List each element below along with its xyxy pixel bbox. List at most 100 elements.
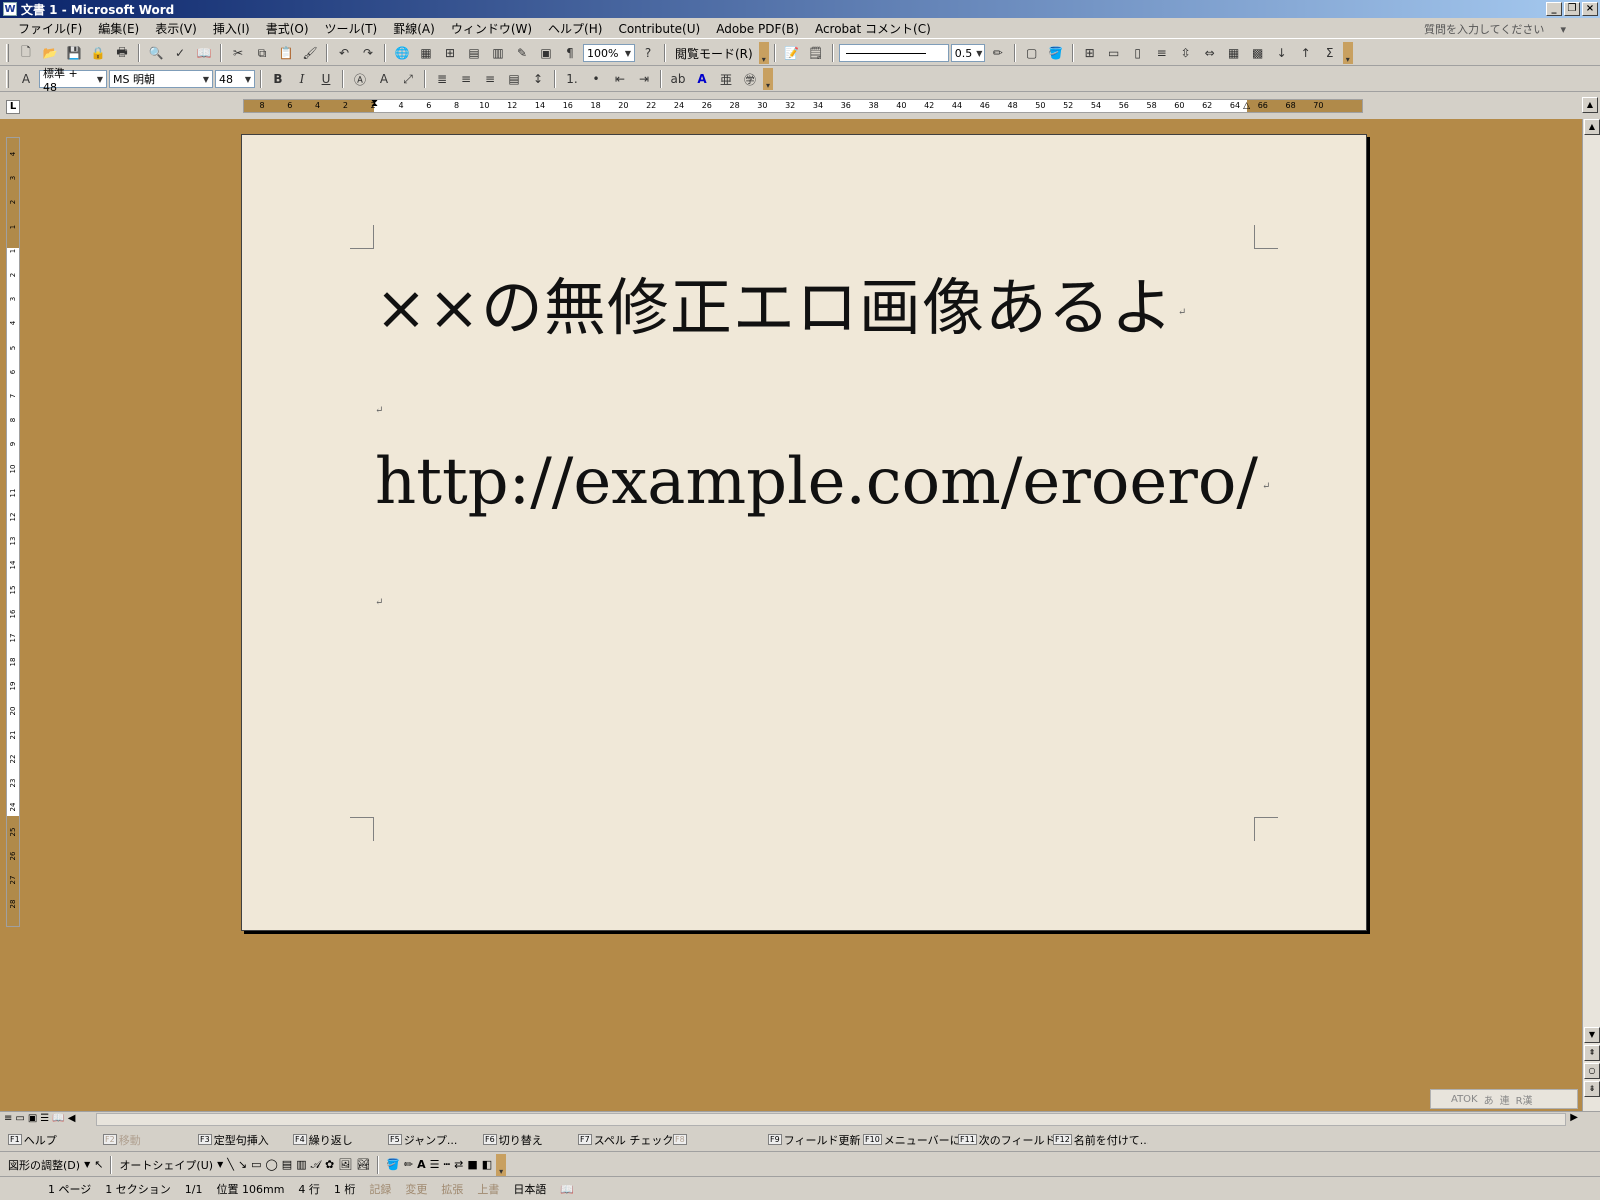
enclose-char-icon[interactable]: ㊫ xyxy=(739,69,761,89)
next-page-icon[interactable]: ⇟ xyxy=(1584,1081,1600,1097)
permission-icon[interactable]: 🔒 xyxy=(87,43,109,63)
align-center-icon[interactable]: ≡ xyxy=(455,69,477,89)
word-app-icon[interactable]: W xyxy=(3,2,17,16)
toolbar-grip[interactable] xyxy=(6,70,9,88)
fkey-f4[interactable]: F4 繰り返し xyxy=(293,1132,388,1148)
edit-comment-icon[interactable]: 📝 xyxy=(781,43,803,63)
italic-button[interactable]: I xyxy=(291,69,313,89)
menu-edit[interactable]: 編集(E) xyxy=(90,20,147,37)
menu-adobe-pdf[interactable]: Adobe PDF(B) xyxy=(708,22,807,36)
horizontal-ruler[interactable]: ⧗ △ 8 6 4 2 2 4 6 8 10 12 14 16 18 20 22 24 26 28 30 32 34 36… xyxy=(243,98,1363,113)
vertical-scrollbar[interactable]: ▲ ▼ ⇞ ○ ⇟ xyxy=(1582,119,1600,1111)
underline-button[interactable]: U xyxy=(315,69,337,89)
arrow-style-icon[interactable]: ⇄ xyxy=(454,1158,463,1171)
drawing-icon[interactable]: ✎ xyxy=(511,43,533,63)
close-button[interactable]: × xyxy=(1582,2,1598,16)
fkey-f9[interactable]: F9 フィールド更新 xyxy=(768,1132,863,1148)
insert-table-2-icon[interactable]: ⊞ xyxy=(1079,43,1101,63)
fkey-f5[interactable]: F5 ジャンプ... xyxy=(388,1132,483,1148)
char-shading-icon[interactable]: A xyxy=(373,69,395,89)
browse-object-icon[interactable]: ○ xyxy=(1584,1063,1600,1079)
status-record-macro[interactable]: 記録 xyxy=(369,1181,391,1197)
zoom-select[interactable]: 100% ▼ xyxy=(583,44,635,62)
read-mode-button[interactable]: 閲覧モード(R) xyxy=(671,45,757,62)
redo-icon[interactable]: ↷ xyxy=(357,43,379,63)
spelling-icon[interactable]: ✓ xyxy=(169,43,191,63)
minimize-button[interactable]: _ xyxy=(1546,2,1562,16)
oval-tool-icon[interactable]: ◯ xyxy=(265,1158,277,1171)
border-color-icon[interactable]: ✏ xyxy=(987,43,1009,63)
right-indent-marker[interactable]: △ xyxy=(1243,101,1250,111)
menu-insert[interactable]: 挿入(I) xyxy=(205,20,258,37)
arrow-tool-icon[interactable]: ↘ xyxy=(238,1158,247,1171)
distribute-rows-icon[interactable]: ⇳ xyxy=(1175,43,1197,63)
print-preview-icon[interactable]: 🔍 xyxy=(145,43,167,63)
fkey-f10[interactable]: F10 メニューバーに xyxy=(863,1132,958,1148)
scroll-up-icon[interactable]: ▲ xyxy=(1584,119,1600,135)
fkey-f3[interactable]: F3 定型句挿入 xyxy=(198,1132,293,1148)
horizontal-scrollbar[interactable] xyxy=(96,1113,1566,1126)
ask-question-box[interactable]: 質問を入力してください ▾ xyxy=(1420,21,1570,37)
web-layout-icon[interactable]: ▭ xyxy=(15,1113,24,1124)
atok-mode[interactable]: あ xyxy=(1484,1092,1494,1107)
status-extend[interactable]: 拡張 xyxy=(441,1181,463,1197)
rectangle-tool-icon[interactable]: ▭ xyxy=(251,1158,261,1171)
tab-selector[interactable]: L xyxy=(6,100,20,114)
shadow-style-icon[interactable]: ■ xyxy=(467,1158,477,1171)
menu-format[interactable]: 書式(O) xyxy=(258,20,317,37)
paragraph-4[interactable]: ↵ xyxy=(375,597,383,608)
insert-table-icon[interactable]: ⊞ xyxy=(439,43,461,63)
align-right-icon[interactable]: ≡ xyxy=(479,69,501,89)
paste-icon[interactable]: 📋 xyxy=(275,43,297,63)
font-select[interactable]: MS 明朝 ▼ xyxy=(109,70,213,88)
menu-help[interactable]: ヘルプ(H) xyxy=(540,20,610,37)
atok-input[interactable]: R漢 xyxy=(1516,1092,1533,1107)
phonetic-guide-icon[interactable]: 亜 xyxy=(715,69,737,89)
document-page[interactable]: ××の無修正エロ画像あるよ ↵ ↵ http://example.com/eroe… xyxy=(241,134,1367,931)
vertical-ruler[interactable]: 4 3 2 1 1 2 3 4 5 6 7 8 9 10 11 12 13 14 15 16 17 18 19 20 21 22 2… xyxy=(6,137,20,927)
autosum-icon[interactable]: Σ xyxy=(1319,43,1341,63)
picture-icon[interactable]: 🏞 xyxy=(356,1158,370,1171)
merge-cells-icon[interactable]: ▭ xyxy=(1103,43,1125,63)
line-color-icon[interactable]: ✏ xyxy=(404,1158,413,1171)
fkey-f12[interactable]: F12 名前を付けて... xyxy=(1053,1132,1148,1148)
hyperlink-icon[interactable]: 🌐 xyxy=(391,43,413,63)
fkey-f6[interactable]: F6 切り替え xyxy=(483,1132,578,1148)
styles-formatting-icon[interactable]: A xyxy=(15,69,37,89)
fkey-f11[interactable]: F11 次のフィールド xyxy=(958,1132,1053,1148)
split-box[interactable]: ▲ xyxy=(1582,97,1598,113)
menu-file[interactable]: ファイル(F) xyxy=(10,20,90,37)
decrease-indent-icon[interactable]: ⇤ xyxy=(609,69,631,89)
status-language[interactable]: 日本語 xyxy=(513,1181,546,1197)
line-weight-select[interactable]: 0.5 ▼ xyxy=(950,44,985,62)
align-justify-icon[interactable]: ≣ xyxy=(431,69,453,89)
align-cell-icon[interactable]: ≡ xyxy=(1151,43,1173,63)
atok-ime-bar[interactable]: ATOK あ 連 R漢 xyxy=(1430,1089,1578,1109)
insert-excel-icon[interactable]: ▤ xyxy=(463,43,485,63)
columns-icon[interactable]: ▥ xyxy=(487,43,509,63)
increase-indent-icon[interactable]: ⇥ xyxy=(633,69,655,89)
copy-icon[interactable]: ⧉ xyxy=(251,43,273,63)
outside-border-icon[interactable]: ▢ xyxy=(1021,43,1043,63)
cut-icon[interactable]: ✂ xyxy=(227,43,249,63)
menu-table[interactable]: 罫線(A) xyxy=(385,20,443,37)
new-document-icon[interactable]: 🗋 xyxy=(15,43,37,63)
numbering-icon[interactable]: 1. xyxy=(561,69,583,89)
print-icon[interactable]: 🖶 xyxy=(111,43,133,63)
toolbar-options-icon[interactable]: ▾ xyxy=(496,1153,507,1176)
autofit-icon[interactable]: ▩ xyxy=(1247,43,1269,63)
help-icon[interactable]: ? xyxy=(637,43,659,63)
research-icon[interactable]: 📖 xyxy=(193,43,215,63)
line-tool-icon[interactable]: ╲ xyxy=(227,1158,234,1171)
font-color-icon[interactable]: A xyxy=(417,1158,426,1171)
spelling-status-icon[interactable]: 📖 xyxy=(560,1183,574,1196)
toolbar-options-icon[interactable]: ▾ xyxy=(1342,42,1353,64)
fkey-f7[interactable]: F7スペル チェック... xyxy=(578,1132,673,1148)
font-color-icon[interactable]: A xyxy=(691,69,713,89)
toolbar-grip[interactable] xyxy=(6,44,9,62)
fill-color-icon[interactable]: 🪣 xyxy=(386,1158,400,1171)
distribute-columns-icon[interactable]: ⇔ xyxy=(1199,43,1221,63)
atok-conversion[interactable]: 連 xyxy=(1500,1092,1510,1107)
line-spacing-icon[interactable]: ↕ xyxy=(527,69,549,89)
scroll-down-icon[interactable]: ▼ xyxy=(1584,1027,1600,1043)
